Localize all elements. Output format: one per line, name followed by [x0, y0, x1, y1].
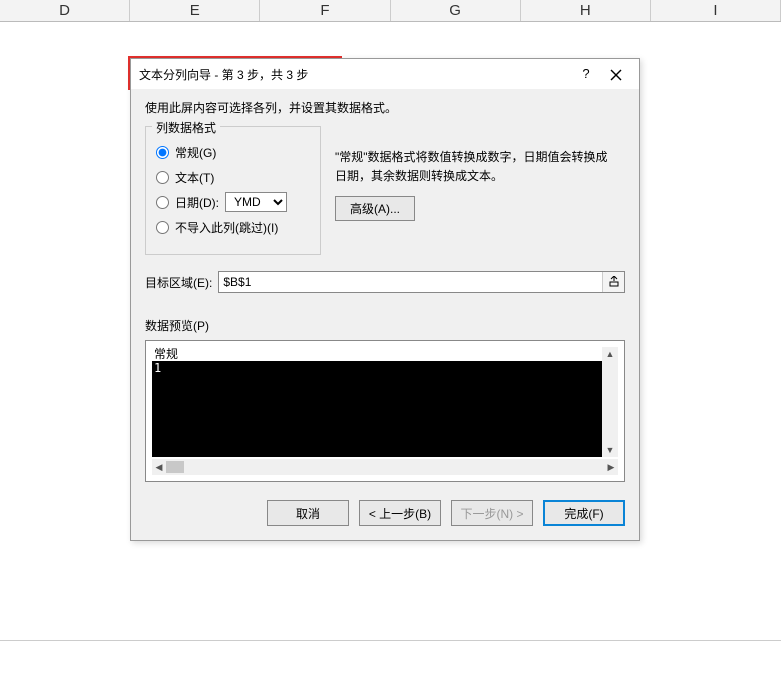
col-header[interactable]: F: [260, 0, 390, 21]
radio-skip[interactable]: [156, 221, 169, 234]
range-picker-button[interactable]: [602, 272, 624, 292]
collapse-dialog-icon: [608, 276, 620, 288]
close-icon: [610, 69, 622, 81]
format-legend: 列数据格式: [152, 119, 220, 136]
col-header[interactable]: G: [391, 0, 521, 21]
text-to-columns-dialog: 文本分列向导 - 第 3 步，共 3 步 ? 使用此屏内容可选择各列，并设置其数…: [130, 58, 640, 541]
hscroll-thumb[interactable]: [166, 461, 184, 473]
wizard-hint: 使用此屏内容可选择各列，并设置其数据格式。: [145, 99, 625, 116]
destination-field-wrap: [218, 271, 625, 293]
grid-line: [0, 640, 781, 641]
radio-text[interactable]: [156, 171, 169, 184]
preview-row: 1: [154, 361, 602, 375]
col-header[interactable]: I: [651, 0, 781, 21]
close-button[interactable]: [601, 63, 631, 85]
next-button: 下一步(N) >: [451, 500, 533, 526]
help-button[interactable]: ?: [571, 63, 601, 85]
radio-general[interactable]: [156, 146, 169, 159]
column-headers: D E F G H I: [0, 0, 781, 22]
dialog-titlebar: 文本分列向导 - 第 3 步，共 3 步 ?: [131, 59, 639, 89]
scroll-down-icon[interactable]: ▼: [602, 443, 618, 457]
date-format-select[interactable]: YMD: [225, 192, 287, 212]
back-button[interactable]: < 上一步(B): [359, 500, 441, 526]
col-header[interactable]: E: [130, 0, 260, 21]
scroll-left-icon[interactable]: ◀: [152, 462, 166, 473]
dialog-title: 文本分列向导 - 第 3 步，共 3 步: [139, 66, 571, 83]
radio-general-label[interactable]: 常规(G): [175, 144, 216, 161]
preview-box: 常规 1 ▲ ▼ ◀ ▶: [145, 340, 625, 482]
preview-vscroll[interactable]: ▲ ▼: [602, 347, 618, 457]
preview-data-area: 1: [152, 361, 602, 457]
format-description: "常规"数据格式将数值转换成数字，日期值会转换成日期，其余数据则转换成文本。: [335, 148, 615, 186]
scroll-right-icon[interactable]: ▶: [604, 462, 618, 473]
cancel-button[interactable]: 取消: [267, 500, 349, 526]
col-header[interactable]: D: [0, 0, 130, 21]
radio-text-label[interactable]: 文本(T): [175, 169, 214, 186]
scroll-up-icon[interactable]: ▲: [602, 347, 618, 361]
hscroll-track[interactable]: [166, 461, 604, 473]
preview-label: 数据预览(P): [145, 317, 625, 334]
preview-hscroll[interactable]: ◀ ▶: [152, 459, 618, 475]
radio-skip-label[interactable]: 不导入此列(跳过)(I): [175, 219, 278, 236]
advanced-button[interactable]: 高级(A)...: [335, 196, 415, 221]
destination-input[interactable]: [219, 272, 602, 292]
format-description-block: "常规"数据格式将数值转换成数字，日期值会转换成日期，其余数据则转换成文本。 高…: [335, 126, 615, 221]
preview-column-header[interactable]: 常规: [152, 347, 602, 361]
column-data-format-group: 列数据格式 常规(G) 文本(T) 日期(D): YMD 不导入此列(跳过)(I…: [145, 126, 321, 255]
finish-button[interactable]: 完成(F): [543, 500, 625, 526]
radio-date[interactable]: [156, 196, 169, 209]
destination-label: 目标区域(E):: [145, 274, 212, 291]
radio-date-label[interactable]: 日期(D):: [175, 194, 219, 211]
col-header[interactable]: H: [521, 0, 651, 21]
